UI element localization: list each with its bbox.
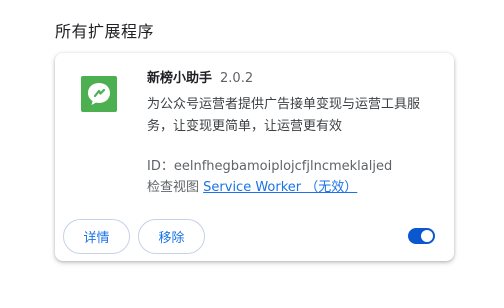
inspect-views-label: 检查视图 xyxy=(147,180,200,195)
remove-button[interactable]: 移除 xyxy=(138,219,205,254)
section-title: 所有扩展程序 xyxy=(55,22,155,41)
inspect-views: 检查视图 Service Worker （无效） xyxy=(147,179,357,197)
enable-toggle[interactable] xyxy=(408,228,435,244)
extension-header: 新榜小助手 2.0.2 xyxy=(147,70,253,88)
service-worker-link[interactable]: Service Worker （无效） xyxy=(203,180,357,195)
extension-name: 新榜小助手 xyxy=(147,71,213,86)
extension-description: 为公众号运营者提供广告接单变现与运营工具服务，让变现更简单，让运营更有效 xyxy=(147,97,421,134)
extension-card: 新榜小助手 2.0.2 为公众号运营者提供广告接单变现与运营工具服务，让变现更简单… xyxy=(55,53,454,261)
extension-id-value: eelnfhegbamoiplojcfjlncmeklaljed xyxy=(173,159,393,174)
extension-version: 2.0.2 xyxy=(220,71,254,86)
extension-id: ID：eelnfhegbamoiplojcfjlncmeklaljed xyxy=(147,158,392,176)
toggle-knob xyxy=(421,230,433,242)
chat-bubble-icon xyxy=(81,76,117,112)
extension-id-label: ID： xyxy=(147,159,174,174)
details-button[interactable]: 详情 xyxy=(63,219,130,254)
